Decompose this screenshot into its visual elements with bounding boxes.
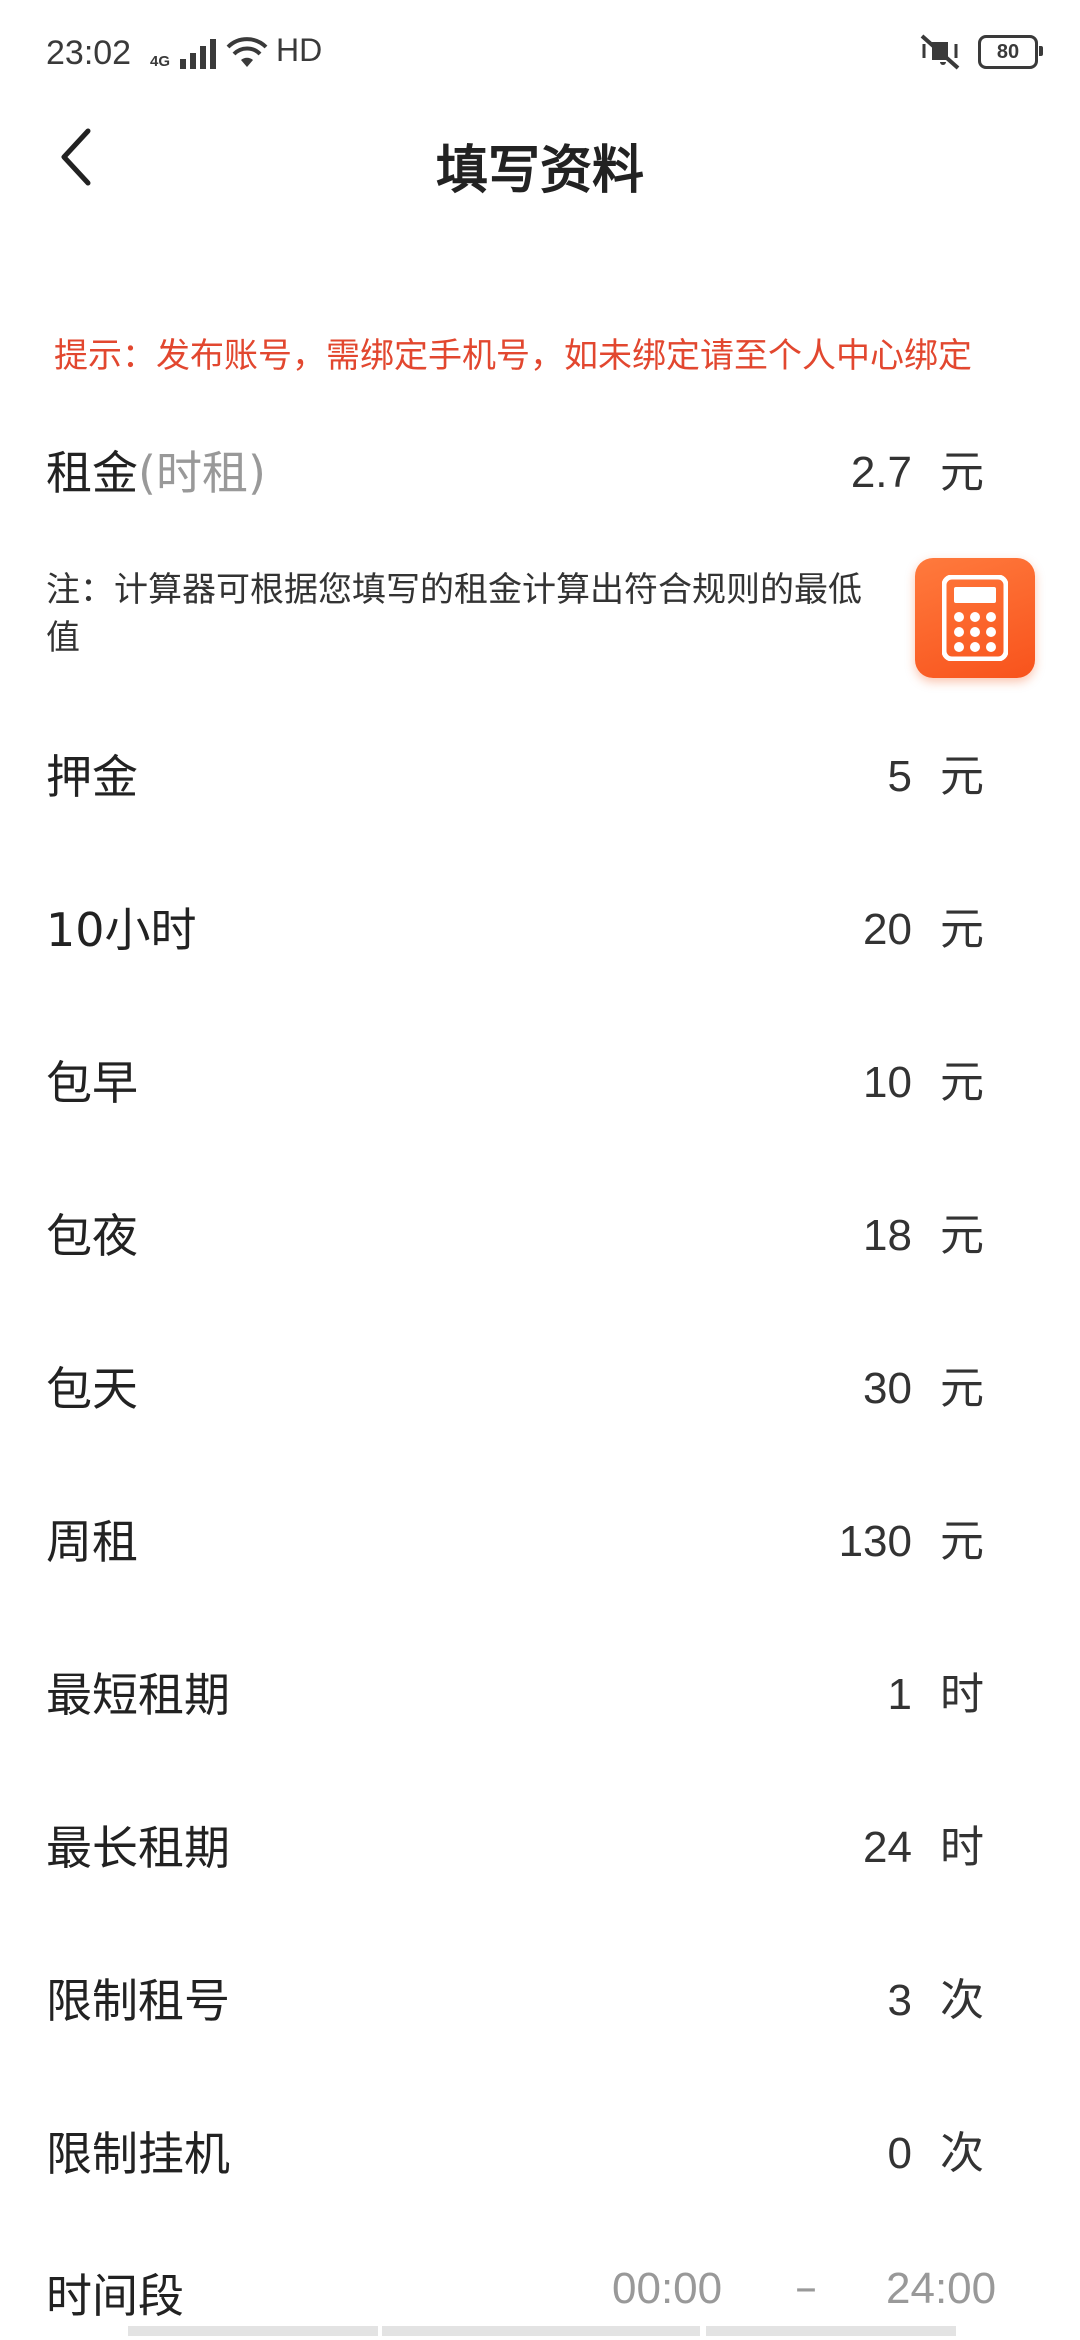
page-title: 填写资料 [435, 141, 644, 201]
field-value-input[interactable]: 30 [512, 1334, 912, 1444]
field-value-input[interactable]: 20 [512, 875, 912, 985]
calculator-note: 注：计算器可根据您填写的租金计算出符合规则的最低值 [46, 570, 862, 658]
field-value-input[interactable]: 3 [512, 1946, 912, 2056]
rent-value-input[interactable]: 2.7 [512, 418, 912, 528]
field-label: 限制挂机 [46, 2127, 230, 2181]
field-row-night: 包夜 18 元 [0, 1181, 1080, 1291]
field-unit: 时 [940, 1669, 984, 1720]
field-row-limit-idle: 限制挂机 0 次 [0, 2099, 1080, 2209]
wifi-icon [226, 37, 268, 67]
rent-unit: 元 [940, 447, 984, 498]
rent-row: 租金(时租) 2.7 元 [0, 418, 1080, 528]
status-left-icons: 4G HD [150, 32, 322, 69]
field-unit: 次 [940, 1975, 984, 2026]
bottom-bar-segment [382, 2326, 700, 2336]
bottom-bar-segment [706, 2326, 956, 2336]
field-unit: 时 [940, 1822, 984, 1873]
field-row-day: 包天 30 元 [0, 1334, 1080, 1444]
hd-indicator: HD [276, 32, 323, 68]
hint-text: 提示：发布账号，需绑定手机号，如未绑定请至个人中心绑定 [54, 336, 972, 376]
field-value-input[interactable]: 130 [512, 1487, 912, 1597]
field-row-limit-rent: 限制租号 3 次 [0, 1946, 1080, 2056]
time-end-picker[interactable]: 24:00 [886, 2264, 996, 2314]
field-unit: 元 [940, 1516, 984, 1567]
field-value-input[interactable]: 5 [512, 722, 912, 832]
field-row-min-period: 最短租期 1 时 [0, 1640, 1080, 1750]
field-value-input[interactable]: 10 [512, 1028, 912, 1138]
field-unit: 元 [940, 1057, 984, 1108]
calculator-button[interactable] [915, 558, 1035, 678]
calculator-icon [942, 575, 1008, 661]
field-row-max-period: 最长租期 24 时 [0, 1793, 1080, 1903]
field-unit: 次 [940, 2128, 984, 2179]
field-label: 包夜 [46, 1209, 138, 1263]
field-label: 10小时 [46, 903, 197, 957]
rent-label: 租金(时租) [46, 418, 266, 528]
mute-vibrate-icon [920, 34, 960, 70]
bottom-divider [0, 2326, 1080, 2340]
field-unit: 元 [940, 904, 984, 955]
field-row-week: 周租 130 元 [0, 1487, 1080, 1597]
battery-icon: 80 [978, 35, 1043, 69]
field-unit: 元 [940, 751, 984, 802]
field-label: 包早 [46, 1056, 138, 1110]
time-range-label: 时间段 [46, 2269, 184, 2323]
time-separator: – [795, 2262, 817, 2313]
battery-level: 80 [996, 40, 1020, 63]
field-label: 周租 [46, 1515, 138, 1569]
status-time: 23:02 [46, 34, 132, 72]
field-value-input[interactable]: 18 [512, 1181, 912, 1291]
field-value-input[interactable]: 1 [512, 1640, 912, 1750]
network-type-label: 4G [150, 53, 171, 70]
field-label: 包天 [46, 1362, 138, 1416]
time-start-picker[interactable]: 00:00 [612, 2264, 722, 2314]
field-row-10-hours: 10小时 20 元 [0, 875, 1080, 985]
field-row-morning: 包早 10 元 [0, 1028, 1080, 1138]
bottom-bar-segment [128, 2326, 378, 2336]
status-bar: 23:02 4G HD 80 [0, 0, 1080, 106]
rent-label-sub: (时租) [138, 446, 266, 500]
field-value-input[interactable]: 24 [512, 1793, 912, 1903]
field-unit: 元 [940, 1210, 984, 1261]
field-row-deposit: 押金 5 元 [0, 722, 1080, 832]
field-value-input[interactable]: 0 [512, 2099, 912, 2209]
field-unit: 元 [940, 1363, 984, 1414]
field-label: 最短租期 [46, 1668, 230, 1722]
field-label: 最长租期 [46, 1821, 230, 1875]
signal-icon [180, 39, 217, 69]
status-right-icons: 80 [918, 34, 1043, 70]
nav-bar: 填写资料 [0, 106, 1080, 206]
field-label: 押金 [46, 750, 138, 804]
rent-label-main: 租金 [46, 446, 138, 500]
field-label: 限制租号 [46, 1974, 230, 2028]
